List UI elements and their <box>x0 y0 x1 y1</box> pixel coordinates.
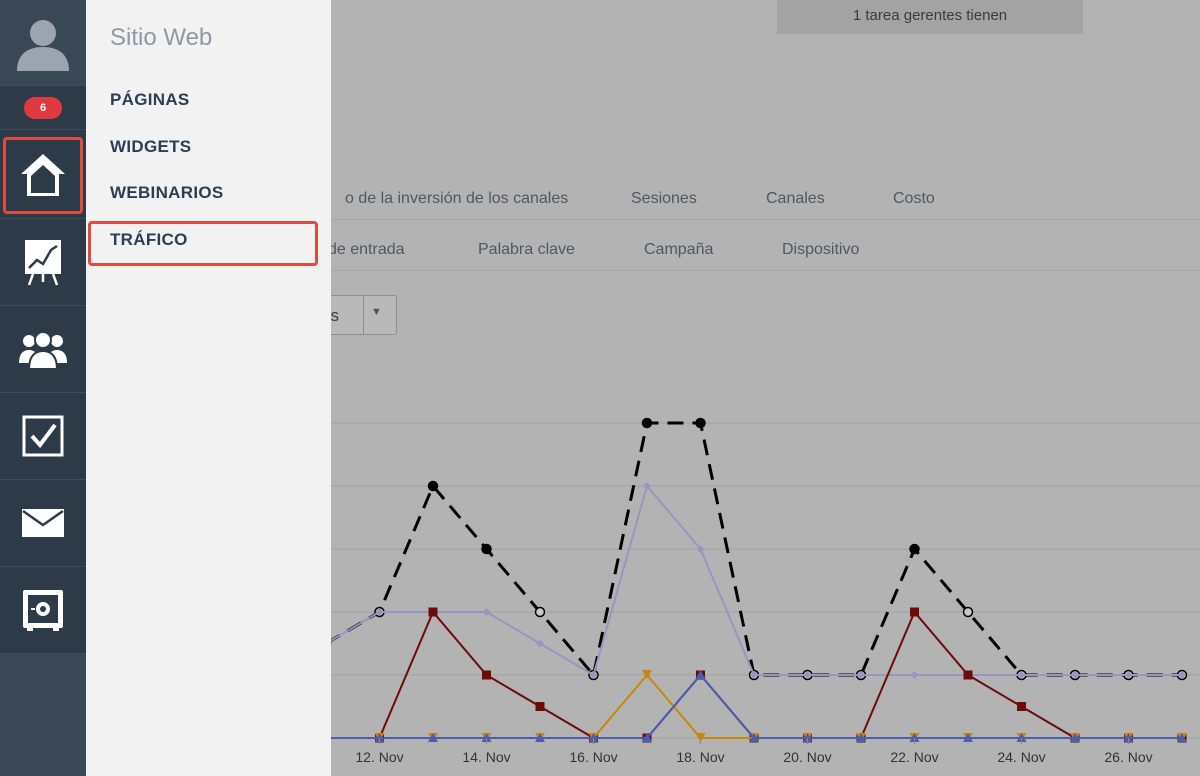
nav-mail[interactable] <box>0 480 86 567</box>
x-tick-label: 26. Nov <box>1104 749 1152 765</box>
data-point-s0-12 <box>962 606 974 618</box>
tab-campaign[interactable]: Campaña <box>644 241 713 259</box>
safe-icon <box>23 590 63 631</box>
data-point-s0-6 <box>641 417 653 429</box>
data-point-s0-2 <box>427 480 439 492</box>
task-notice[interactable]: 1 tarea gerentes tienen <box>777 0 1083 34</box>
nav-tasks[interactable] <box>0 393 86 480</box>
mail-icon <box>22 509 64 537</box>
menu-item-pages[interactable]: PÁGINAS <box>110 90 190 110</box>
x-tick-label: 16. Nov <box>569 749 617 765</box>
tab-landing-page[interactable]: de entrada <box>328 241 405 259</box>
traffic-chart: 12. Nov 14. Nov 16. Nov 18. Nov 20. Nov 22. N… <box>331 417 1200 765</box>
x-tick-label: 22. Nov <box>890 749 938 765</box>
chevron-down-icon: ▼ <box>371 306 382 318</box>
x-tick-label: 20. Nov <box>783 749 831 765</box>
tab-keyword[interactable]: Palabra clave <box>478 241 575 259</box>
nav-rail: 6 <box>0 0 86 776</box>
x-tick-label: 12. Nov <box>355 749 403 765</box>
tab-sessions[interactable]: Sesiones <box>631 190 697 208</box>
data-point-s0-7 <box>695 417 706 429</box>
period-dropdown[interactable]: es ▼ <box>321 295 397 335</box>
home-icon <box>21 154 65 196</box>
menu-item-traffic[interactable]: TRÁFICO <box>110 230 188 250</box>
flyout-title: Sitio Web <box>110 24 213 51</box>
tasks-icon <box>22 415 64 457</box>
notification-badge-cell[interactable]: 6 <box>0 86 86 130</box>
menu-item-webinars[interactable]: WEBINARIOS <box>110 183 224 203</box>
data-point-s1-11 <box>910 671 919 679</box>
x-tick-label: 18. Nov <box>676 749 724 765</box>
series-line-3 <box>331 673 1182 739</box>
tab-channel-investment[interactable]: o de la inversión de los canales <box>345 190 568 208</box>
data-point-s0-3 <box>481 543 492 555</box>
main-content: 1 tarea gerentes tienen o de la inversió… <box>321 0 1200 776</box>
avatar-icon <box>17 19 69 71</box>
data-point-s2-13 <box>1017 702 1026 711</box>
nav-users[interactable] <box>0 306 86 393</box>
nav-home[interactable] <box>0 132 86 219</box>
series-line-4 <box>331 673 1182 739</box>
tab-channels[interactable]: Canales <box>766 190 825 208</box>
data-point-s0-4 <box>534 606 546 618</box>
tab-cost[interactable]: Costo <box>893 190 935 208</box>
rail-filler <box>0 654 86 776</box>
data-point-s0-11 <box>909 543 920 555</box>
tab-device[interactable]: Dispositivo <box>782 241 859 259</box>
data-point-s2-12 <box>963 670 973 680</box>
users-icon <box>19 331 67 369</box>
data-point-s2-4 <box>535 702 545 711</box>
data-point-s2-2 <box>428 607 438 617</box>
x-tick-label: 24. Nov <box>997 749 1045 765</box>
x-tick-label: 14. Nov <box>462 749 510 765</box>
analytics-icon <box>25 240 61 286</box>
nav-analytics[interactable] <box>0 219 86 306</box>
website-flyout-menu: Sitio Web PÁGINAS WIDGETS WEBINARIOS TRÁ… <box>86 0 331 776</box>
menu-item-widgets[interactable]: WIDGETS <box>110 137 191 157</box>
data-point-s2-11 <box>910 607 919 617</box>
tabs-divider <box>331 219 1200 220</box>
notification-badge[interactable]: 6 <box>24 96 62 119</box>
avatar[interactable] <box>0 0 86 86</box>
data-point-s2-3 <box>482 670 491 680</box>
nav-safe[interactable] <box>0 567 86 654</box>
dropdown-separator <box>363 296 364 334</box>
tabs-divider-2 <box>331 270 1200 271</box>
